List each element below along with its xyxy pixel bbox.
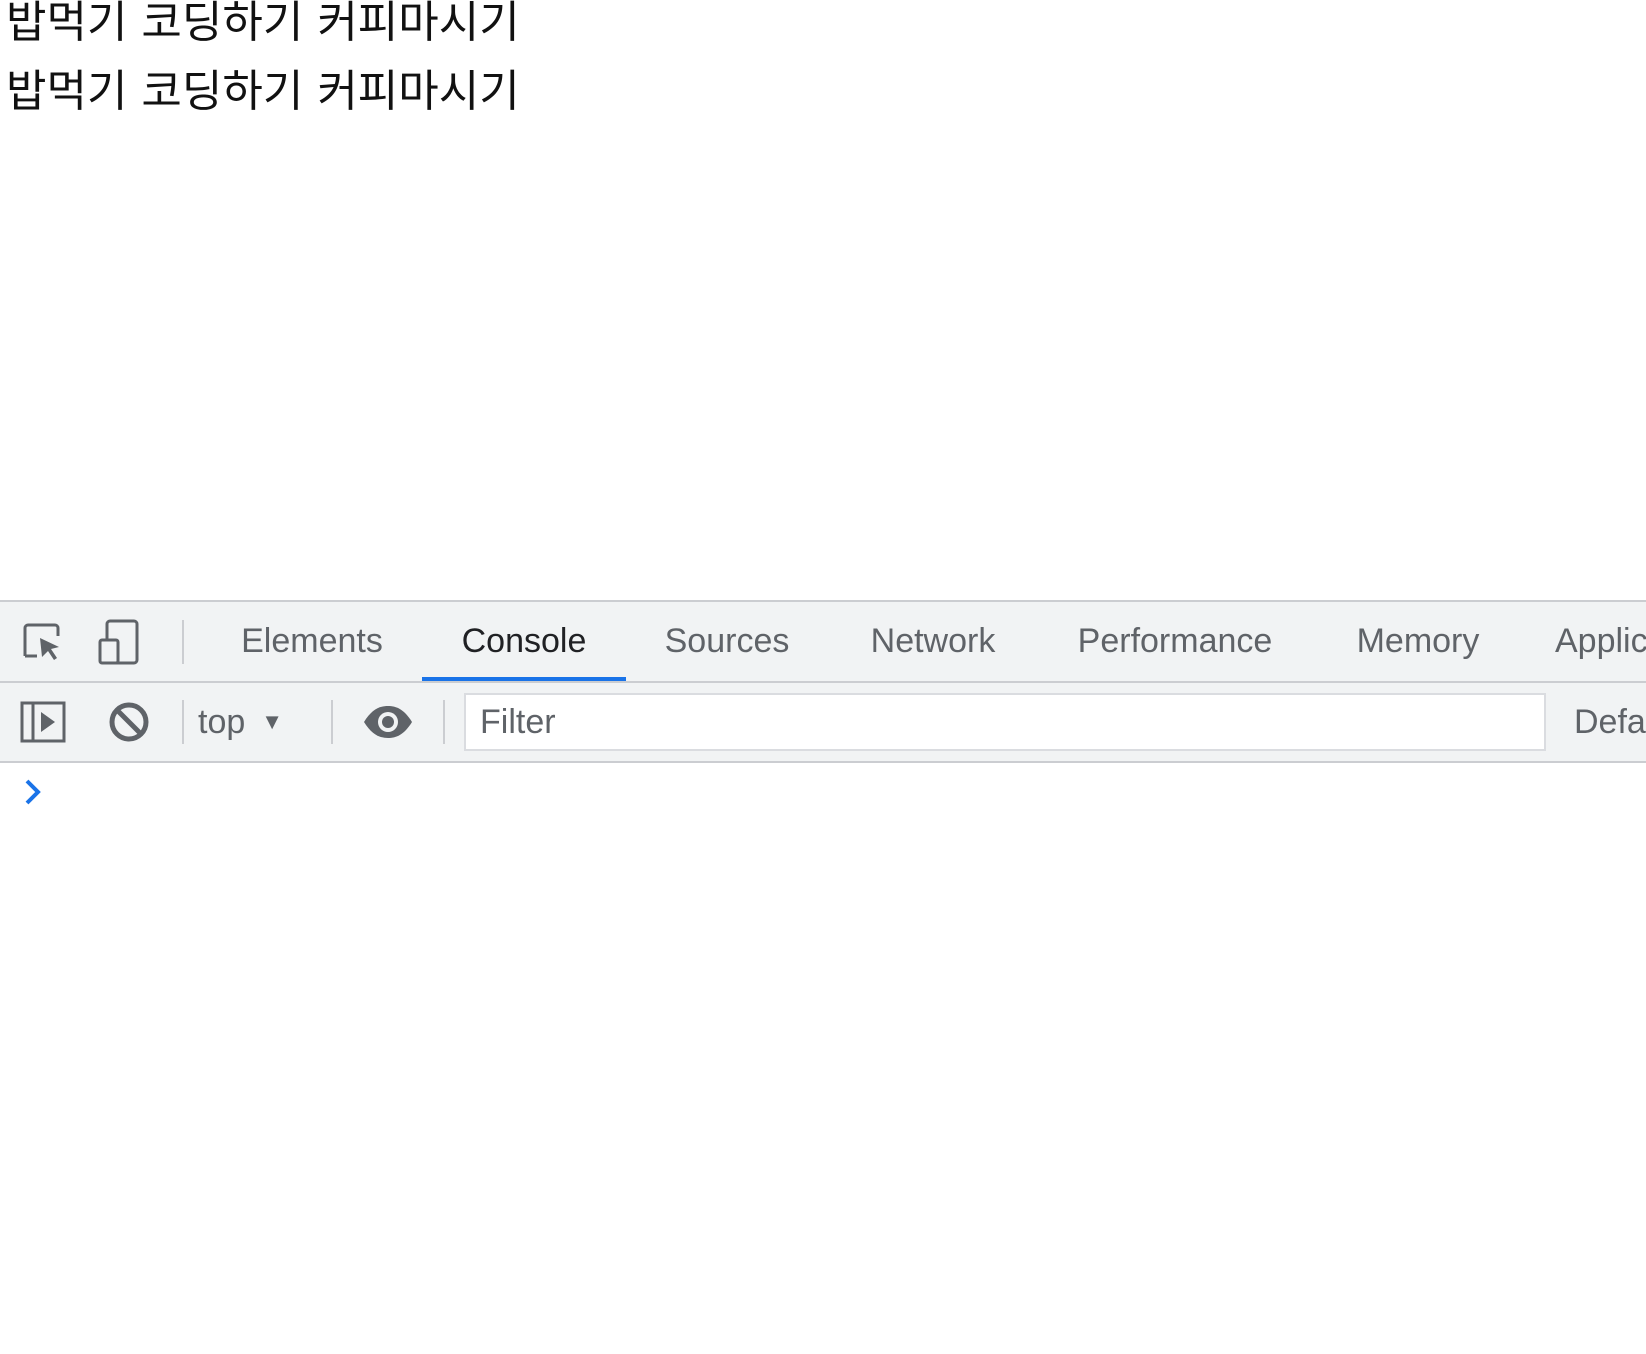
toolbar-divider xyxy=(443,700,445,744)
console-toolbar: top ▼ Defa xyxy=(0,683,1646,763)
web-page-content: 밥먹기 코딩하기 커피마시기 밥먹기 코딩하기 커피마시기 xyxy=(0,0,1646,600)
toolbar-divider xyxy=(182,620,184,664)
tab-performance[interactable]: Performance xyxy=(1060,602,1290,681)
toolbar-divider xyxy=(182,700,184,744)
clear-console-icon[interactable] xyxy=(103,696,155,748)
context-label: top xyxy=(198,702,246,741)
inspect-element-icon[interactable] xyxy=(17,616,69,668)
tab-application[interactable]: Applic xyxy=(1555,602,1646,681)
tab-elements[interactable]: Elements xyxy=(222,602,402,681)
tab-network[interactable]: Network xyxy=(852,602,1014,681)
toolbar-divider xyxy=(331,700,333,744)
tab-console[interactable]: Console xyxy=(422,602,626,681)
console-output[interactable] xyxy=(0,763,1646,1354)
console-sidebar-icon[interactable] xyxy=(17,696,69,748)
console-prompt-input[interactable] xyxy=(60,771,1620,811)
tab-memory[interactable]: Memory xyxy=(1338,602,1498,681)
devtools-panel: Elements Console Sources Network Perform… xyxy=(0,600,1646,1354)
filter-input[interactable] xyxy=(464,693,1546,751)
devtools-main-toolbar: Elements Console Sources Network Perform… xyxy=(0,602,1646,683)
chevron-right-icon xyxy=(22,777,44,807)
device-toolbar-icon[interactable] xyxy=(94,616,146,668)
page-text-line: 밥먹기 코딩하기 커피마시기 xyxy=(6,0,520,48)
dropdown-arrow-icon: ▼ xyxy=(261,709,284,734)
tab-sources[interactable]: Sources xyxy=(644,602,810,681)
page-text-line: 밥먹기 코딩하기 커피마시기 xyxy=(6,66,520,117)
eye-icon[interactable] xyxy=(362,696,414,748)
execution-context-select[interactable]: top ▼ xyxy=(198,683,283,761)
log-levels-dropdown[interactable]: Defa xyxy=(1574,683,1646,761)
